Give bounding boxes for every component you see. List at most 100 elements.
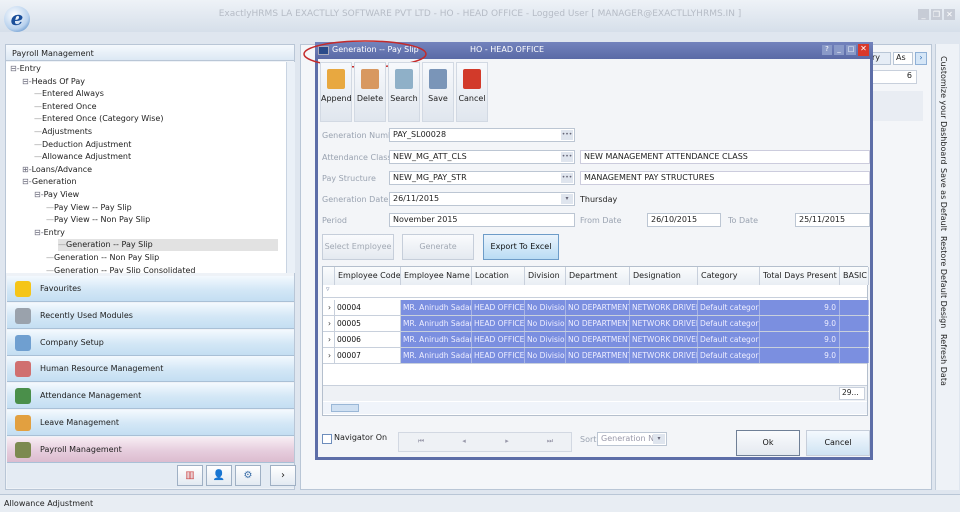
filter-row[interactable]: ▿ [323, 285, 867, 298]
save-default-link[interactable]: Save as Default [939, 168, 948, 231]
horizontal-scrollbar[interactable] [323, 402, 867, 414]
pay-structure-field[interactable]: NEW_MG_PAY_STR ••• [389, 171, 575, 185]
column-header[interactable]: BASIC S [840, 267, 869, 285]
tree-item[interactable]: ⊟-Pay View [34, 189, 79, 201]
date-dropdown-icon[interactable]: ▾ [561, 194, 573, 204]
first-record-button[interactable]: ⏮ [401, 437, 441, 449]
dialog-minimize-button[interactable]: _ [834, 45, 844, 55]
nav-recently-used-modules[interactable]: Recently Used Modules [7, 302, 294, 329]
tree-item[interactable]: ⊟-Entry [34, 227, 65, 239]
tree-item[interactable]: —Generation -- Pay Slip Consolidated [46, 265, 195, 273]
tree-item[interactable]: —Allowance Adjustment [34, 151, 131, 163]
table-row[interactable]: › 00004 MR. Anirudh Sadani HEAD OFFICE No Di… [323, 300, 869, 316]
nav-company-setup[interactable]: Company Setup [7, 329, 294, 356]
select-employee-button[interactable]: Select Employee [322, 234, 394, 260]
row-expand-icon[interactable]: › [323, 316, 335, 331]
to-date-field[interactable]: 25/11/2015 [795, 213, 870, 227]
cancel-dialog-button[interactable]: Cancel [806, 430, 870, 456]
expand-icon[interactable]: ⊞- [22, 165, 32, 174]
row-expand-icon[interactable]: › [323, 332, 335, 347]
dialog-close-button[interactable]: ✕ [858, 44, 869, 56]
collapse-icon[interactable]: ⊟- [10, 64, 20, 73]
tab-dashboard-2[interactable]: As [893, 52, 913, 65]
tree-item[interactable]: ⊟-Entry [10, 63, 41, 75]
nav-label: Company Setup [40, 337, 104, 347]
tree-item[interactable]: —Adjustments [34, 126, 92, 138]
nav-attendance-management[interactable]: Attendance Management [7, 383, 294, 410]
refresh-data-link[interactable]: Refresh Data [939, 334, 948, 386]
nav-favourites[interactable]: Favourites [7, 276, 294, 302]
generate-button[interactable]: Generate [402, 234, 474, 260]
customize-dashboard-link[interactable]: Customize your Dashboard [939, 56, 948, 164]
nav-payroll-management[interactable]: Payroll Management [7, 436, 294, 463]
generation-number-field[interactable]: PAY_SL00028 ••• [389, 128, 575, 142]
tree-line: — [46, 265, 54, 273]
column-header[interactable]: Designation [630, 267, 698, 285]
collapse-icon[interactable]: ⊟- [34, 228, 44, 237]
tree-item[interactable]: —Entered Once [34, 101, 97, 113]
sort-dropdown[interactable]: Generation N... ▾ [597, 432, 667, 446]
binders-icon[interactable]: ▥ [177, 465, 203, 486]
column-header[interactable]: Category [698, 267, 760, 285]
navigator-checkbox[interactable] [322, 434, 332, 444]
column-header[interactable]: Total Days Present [760, 267, 840, 285]
restore-button[interactable]: ❐ [931, 9, 942, 20]
collapse-icon[interactable]: ⊟- [22, 177, 32, 186]
column-header[interactable]: Employee Code [335, 267, 401, 285]
save-button[interactable]: Save [422, 62, 454, 122]
next-record-button[interactable]: ▸ [487, 437, 527, 449]
last-record-button[interactable]: ⏭ [530, 437, 570, 449]
generation-date-field[interactable]: 26/11/2015 ▾ [389, 192, 575, 206]
lookup-button[interactable]: ••• [561, 173, 573, 183]
help-button[interactable]: ? [822, 45, 832, 55]
period-field[interactable]: November 2015 [389, 213, 575, 227]
gears-icon[interactable]: ⚙ [235, 465, 261, 486]
column-header[interactable]: Location [472, 267, 525, 285]
delete-button[interactable]: Delete [354, 62, 386, 122]
column-header[interactable]: Division [525, 267, 566, 285]
attendance-class-description: NEW MANAGEMENT ATTENDANCE CLASS [580, 150, 870, 164]
user-settings-icon[interactable]: 👤 [206, 465, 232, 486]
tree-item[interactable]: ⊟-Generation [22, 176, 77, 188]
tree-item[interactable]: —Entered Once (Category Wise) [34, 113, 163, 125]
footer-total: 29... [839, 387, 865, 400]
from-date-field[interactable]: 26/10/2015 [647, 213, 721, 227]
row-expand-icon[interactable]: › [323, 348, 335, 363]
tab-scroll-right[interactable]: › [915, 52, 927, 65]
tree-item[interactable]: ⊟-Heads Of Pay [22, 76, 85, 88]
more-button[interactable]: › [270, 465, 296, 486]
tree-item[interactable]: —Deduction Adjustment [34, 139, 131, 151]
table-row[interactable]: › 00006 MR. Anirudh Sadani HEAD OFFICE No Di… [323, 332, 869, 348]
lookup-button[interactable]: ••• [561, 130, 573, 140]
close-button[interactable]: ✕ [944, 9, 955, 20]
restore-default-link[interactable]: Restore Default Design [939, 236, 948, 328]
row-expand-icon[interactable]: › [323, 300, 335, 315]
scroll-thumb[interactable] [331, 404, 359, 412]
table-row[interactable]: › 00007 MR. Anirudh Sadani HEAD OFFICE No Di… [323, 348, 869, 364]
previous-record-button[interactable]: ◂ [444, 437, 484, 449]
tree-item[interactable]: —Generation -- Pay Slip [58, 239, 278, 252]
ok-button[interactable]: Ok [736, 430, 800, 456]
export-excel-button[interactable]: Export To Excel [483, 234, 559, 260]
minimize-button[interactable]: _ [918, 9, 929, 20]
tree-scrollbar[interactable] [286, 62, 295, 273]
tree-item[interactable]: —Entered Always [34, 88, 104, 100]
tree-item[interactable]: —Generation -- Non Pay Slip [46, 252, 159, 264]
collapse-icon[interactable]: ⊟- [34, 190, 44, 199]
column-header[interactable]: Employee Name [401, 267, 472, 285]
cancel-button[interactable]: Cancel [456, 62, 488, 122]
table-row[interactable]: › 00005 MR. Anirudh Sadani HEAD OFFICE No Di… [323, 316, 869, 332]
dialog-maximize-button[interactable]: □ [846, 45, 856, 55]
toolbar-label: Append [321, 94, 352, 103]
tree-item[interactable]: ⊞-Loans/Advance [22, 164, 92, 176]
tree-item[interactable]: —Pay View -- Non Pay Slip [46, 214, 150, 226]
tree-item[interactable]: —Pay View -- Pay Slip [46, 202, 132, 214]
append-button[interactable]: Append [320, 62, 352, 122]
lookup-button[interactable]: ••• [561, 152, 573, 162]
collapse-icon[interactable]: ⊟- [22, 77, 32, 86]
search-button[interactable]: Search [388, 62, 420, 122]
column-header[interactable]: Department [566, 267, 630, 285]
nav-leave-management[interactable]: Leave Management [7, 410, 294, 436]
nav-human-resource-management[interactable]: Human Resource Management [7, 356, 294, 383]
attendance-class-field[interactable]: NEW_MG_ATT_CLS ••• [389, 150, 575, 164]
